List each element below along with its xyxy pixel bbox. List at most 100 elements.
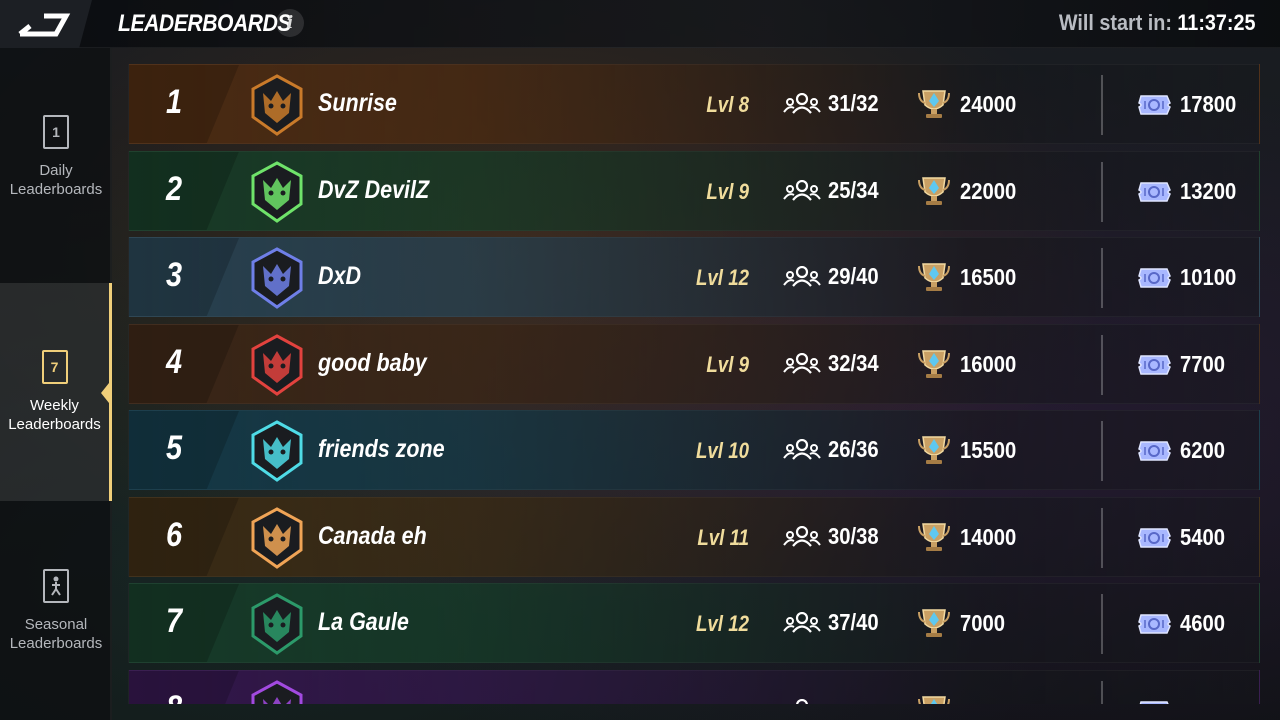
trophy-count: 14000 [960,523,1017,550]
reward-amount: 10100 [1180,264,1237,290]
rank-number: 5 [165,429,183,467]
trophy-count: 24000 [960,91,1017,117]
top-bar: LEADERBOARDS i Will start in: 11:37:25 [0,0,1280,48]
active-indicator-arrow [101,383,109,403]
team-name: Sunrise [318,89,397,117]
leaderboard-list[interactable]: 1 Sunrise Lvl 8 31/32 24000 17800 2 DvZ … [128,64,1260,704]
members-icon [783,179,821,201]
timer-label: Will start in: [1059,10,1173,35]
countdown-timer: Will start in: 11:37:25 [1059,10,1256,36]
sidebar-item-seasonal[interactable]: Seasonal Leaderboards [0,502,112,720]
members-icon [783,612,821,633]
leaderboard-row[interactable]: 8 [128,669,1260,705]
column-divider [1101,161,1103,222]
members-icon [783,93,821,114]
team-name: Canada eh [318,521,427,550]
reward-amount: 7700 [1180,350,1226,377]
column-divider [1101,334,1103,395]
trophy-icon [918,176,950,205]
leaderboard-row[interactable]: 6 Canada eh Lvl 11 30/38 14000 5400 [128,496,1260,577]
column-divider [1101,507,1103,568]
sidebar-item-daily[interactable]: 1 Daily Leaderboards [0,48,112,266]
timer-value: 11:37:25 [1177,10,1256,35]
leaderboard-row[interactable]: 3 DxD Lvl 12 29/40 16500 10100 [128,237,1260,317]
label-line: Seasonal [24,616,88,633]
label-line: Weekly [30,397,79,414]
member-count: 29/40 [828,263,879,289]
reward-amount: 17800 [1180,91,1237,117]
sidebar: 1 Daily Leaderboards 7 Weekly Leaderboar… [0,48,112,720]
ticket-icon [1138,614,1171,634]
team-level: Lvl 11 [697,524,749,550]
label-line: Leaderboards [8,416,101,433]
team-emblem-icon [251,333,303,396]
leaderboard-row[interactable]: 1 Sunrise Lvl 8 31/32 24000 17800 [128,64,1260,144]
sidebar-item-weekly[interactable]: 7 Weekly Leaderboards [0,283,112,501]
member-count: 37/40 [828,609,879,635]
trophy-icon [918,436,950,464]
column-divider [1101,75,1103,135]
ticket-icon [1138,354,1171,375]
sidebar-item-label: Daily Leaderboards [10,161,103,199]
label-line: Daily [39,162,73,179]
team-emblem-icon [251,74,303,136]
member-count: 25/34 [828,176,879,203]
team-name: good baby [318,348,427,377]
team-level: Lvl 12 [695,611,749,636]
team-emblem-icon [251,420,303,482]
rank-number: 2 [165,169,183,208]
team-emblem-icon [251,247,303,309]
label-line: Leaderboards [9,635,103,652]
team-emblem-icon [251,679,303,704]
leaderboard-row[interactable]: 7 La Gaule Lvl 12 37/40 7000 4600 [128,583,1260,663]
members-icon [783,439,821,460]
members-icon [788,698,816,704]
trophy-count: 15500 [960,437,1017,463]
label-line: Leaderboards [9,181,103,198]
member-count: 30/38 [828,522,879,549]
trophy-icon [918,90,950,118]
members-icon [783,266,821,287]
info-icon[interactable]: i [276,9,304,37]
team-level: Lvl 8 [706,92,749,117]
weekly-calendar-icon: 7 [41,350,68,384]
member-count: 31/32 [828,90,879,116]
team-emblem-icon [251,160,303,223]
team-emblem-icon [251,593,303,655]
column-divider [1101,594,1103,654]
back-button[interactable] [0,0,92,48]
trophy-count: 7000 [960,610,1006,636]
seasonal-trophy-doc-icon [43,569,69,603]
trophy-count: 22000 [960,177,1017,204]
ticket-icon [1138,181,1171,202]
sidebar-item-label: Weekly Leaderboards [8,396,101,434]
ticket-icon [1139,700,1169,704]
rank-number: 3 [165,256,183,294]
rank-number: 4 [165,342,183,381]
trophy-icon [918,522,950,551]
team-level: Lvl 9 [706,178,749,204]
column-divider [1101,248,1103,308]
member-count: 26/36 [828,436,879,462]
members-icon [783,352,821,374]
page-title: LEADERBOARDS [118,10,292,37]
back-arrow-icon [18,13,71,37]
team-level: Lvl 10 [695,438,749,463]
rank-number: 8 [161,689,187,705]
leaderboard-row[interactable]: 5 friends zone Lvl 10 26/36 15500 6200 [128,410,1260,490]
ticket-icon [1138,441,1171,461]
rank-number: 7 [165,602,183,640]
reward-amount: 13200 [1180,177,1237,204]
trophy-icon [918,695,950,704]
trophy-icon [918,349,950,378]
leaderboard-row[interactable]: 4 good baby Lvl 9 32/34 16000 7700 [128,323,1260,404]
figure-icon [51,576,61,596]
sidebar-item-label: Seasonal Leaderboards [10,615,103,653]
team-name: La Gaule [318,608,409,636]
reward-amount: 5400 [1180,523,1226,550]
ticket-icon [1138,527,1171,548]
leaderboard-row[interactable]: 2 DvZ DevilZ Lvl 9 25/34 22000 13200 [128,150,1260,231]
team-level: Lvl 9 [706,351,749,377]
team-name: DvZ DevilZ [318,175,430,204]
ticket-icon [1138,95,1171,115]
